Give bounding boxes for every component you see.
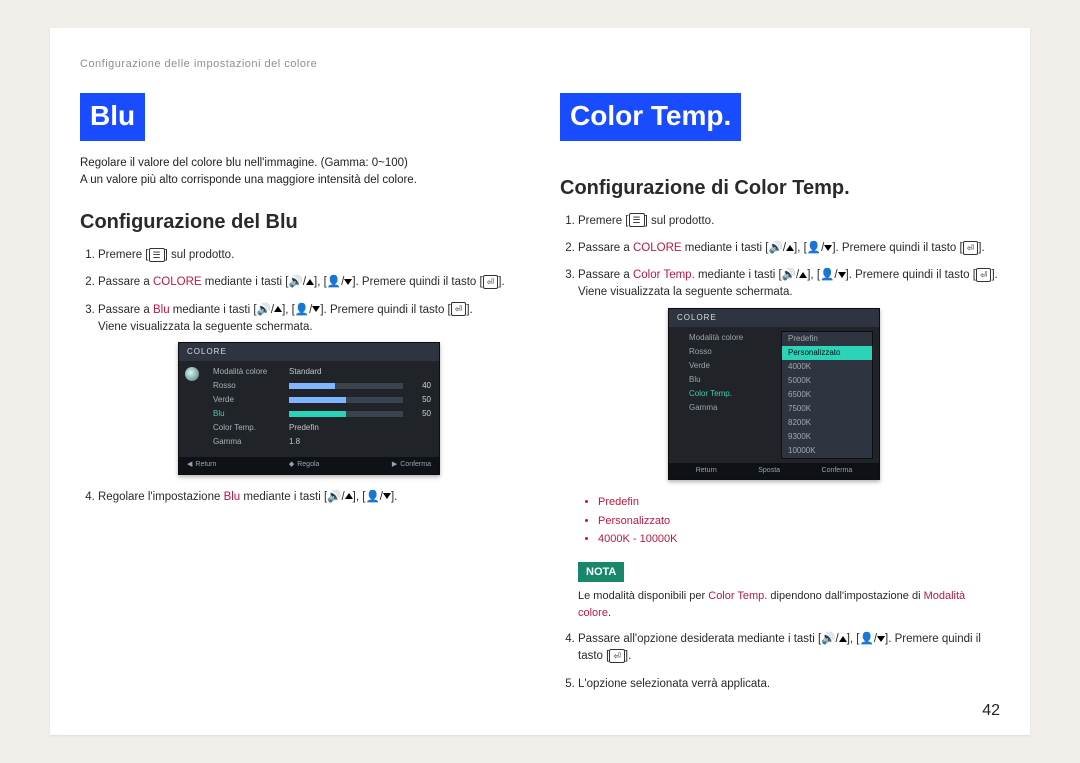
colortemp-options-bullets: Predefin Personalizzato 4000K - 10000K [578, 494, 1000, 548]
ct-step-3-note: Viene visualizzata la seguente schermata… [578, 284, 1000, 301]
subheading-config-colortemp: Configurazione di Color Temp. [560, 173, 1000, 203]
blu-step-3: Passare a Blu mediante i tasti [🔊/], [👤/… [98, 302, 520, 475]
blu-step-3-note: Viene visualizzata la seguente schermata… [98, 319, 520, 336]
bullet-4000-10000k: 4000K - 10000K [598, 531, 1000, 548]
ct-step-1: Premere [☰] sul prodotto. [578, 213, 1000, 230]
menu-button-icon: ☰ [149, 248, 165, 262]
people-icon: 👤/ [860, 633, 878, 645]
osd-colortemp-options: Predefin Personalizzato 4000K 5000K 6500… [781, 331, 873, 459]
blu-step-2: Passare a COLORE mediante i tasti [🔊/], … [98, 274, 520, 291]
osd-footer: Return Sposta Conferma [669, 463, 879, 480]
people-icon: 👤/ [327, 276, 345, 288]
volume-up-icon: 🔊/ [289, 276, 307, 288]
volume-up-icon: 🔊/ [257, 304, 275, 316]
enter-button-icon: ⏎ [451, 302, 467, 316]
header-breadcrumb: Configurazione delle impostazioni del co… [80, 56, 1000, 79]
two-column-layout: Blu Regolare il valore del colore blu ne… [80, 93, 1000, 703]
ct-step-2: Passare a COLORE mediante i tasti [🔊/], … [578, 240, 1000, 257]
enter-button-icon: ⏎ [963, 241, 979, 255]
nota-text: Le modalità disponibili per Color Temp. … [578, 588, 1000, 621]
volume-up-icon: 🔊/ [769, 242, 787, 254]
globe-icon [185, 367, 199, 381]
blu-description-2: A un valore più alto corrisponde una mag… [80, 172, 520, 189]
page: Configurazione delle impostazioni del co… [0, 0, 1080, 763]
right-column: Color Temp. Configurazione di Color Temp… [560, 93, 1000, 703]
ct-step-4: Passare all'opzione desiderata mediante … [578, 631, 1000, 666]
blu-step-1: Premere [☰] sul prodotto. [98, 247, 520, 264]
volume-up-icon: 🔊/ [782, 269, 800, 281]
menu-button-icon: ☰ [629, 213, 645, 227]
section-title-blu: Blu [80, 93, 145, 141]
left-column: Blu Regolare il valore del colore blu ne… [80, 93, 520, 703]
volume-up-icon: 🔊/ [327, 491, 345, 503]
osd-footer: ◀Return ◆Regola ▶Conferma [179, 457, 439, 474]
ct-step-5: L'opzione selezionata verrà applicata. [578, 676, 1000, 693]
triangle-up-icon [306, 279, 314, 285]
blu-description-1: Regolare il valore del colore blu nell'i… [80, 155, 520, 172]
osd-title: COLORE [669, 309, 879, 327]
steps-colortemp: Premere [☰] sul prodotto. Passare a COLO… [560, 213, 1000, 693]
document-sheet: Configurazione delle impostazioni del co… [50, 28, 1030, 735]
triangle-down-icon [877, 636, 885, 642]
page-number: 42 [982, 699, 1000, 723]
osd-title: COLORE [179, 343, 439, 361]
section-title-colortemp: Color Temp. [560, 93, 741, 141]
osd-colortemp-list: COLORE Modalità colore Rosso Verde Blu C… [668, 308, 880, 481]
ct-step-3: Passare a Color Temp. mediante i tasti [… [578, 267, 1000, 621]
triangle-up-icon [786, 245, 794, 251]
people-icon: 👤/ [807, 242, 825, 254]
enter-button-icon: ⏎ [609, 649, 625, 663]
people-icon: 👤/ [295, 304, 313, 316]
triangle-up-icon [345, 493, 353, 499]
triangle-up-icon [839, 636, 847, 642]
bullet-personalizzato: Personalizzato [598, 513, 1000, 530]
volume-up-icon: 🔊/ [821, 633, 839, 645]
bullet-predefin: Predefin [598, 494, 1000, 511]
enter-button-icon: ⏎ [483, 275, 499, 289]
triangle-up-icon [274, 306, 282, 312]
blu-step-4: Regolare l'impostazione Blu mediante i t… [98, 489, 520, 506]
osd-colore-blu: COLORE Modalità coloreStandard Rosso40 V… [178, 342, 440, 475]
enter-button-icon: ⏎ [976, 268, 992, 282]
triangle-down-icon [383, 493, 391, 499]
people-icon: 👤/ [820, 269, 838, 281]
people-icon: 👤/ [365, 491, 383, 503]
triangle-down-icon [838, 272, 846, 278]
subheading-config-blu: Configurazione del Blu [80, 207, 520, 237]
steps-blu: Premere [☰] sul prodotto. Passare a COLO… [80, 247, 520, 506]
nota-badge: NOTA [578, 562, 624, 583]
